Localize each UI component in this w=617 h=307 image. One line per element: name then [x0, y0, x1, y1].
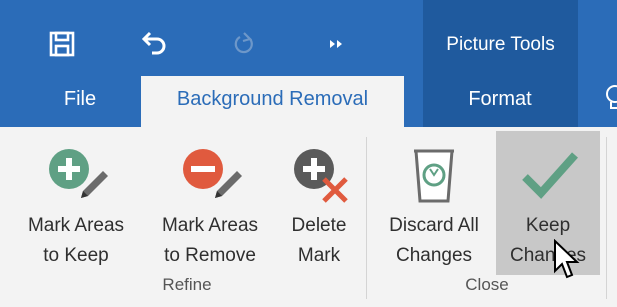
delete-mark-icon: [276, 139, 362, 209]
mark-remove-label-line1: Mark Areas: [161, 215, 259, 236]
plus-pencil-icon: [12, 139, 140, 209]
ribbon: Mark Areas to Keep Mark Areas to Remove: [0, 127, 617, 307]
mark-remove-label-line2: to Remove: [164, 245, 256, 266]
mouse-cursor-icon: [553, 238, 581, 286]
mark-keep-label-line1: Mark Areas: [27, 215, 125, 236]
group-label-refine: Refine: [162, 275, 212, 294]
title-bar: Picture Tools File Background Removal Fo…: [0, 0, 617, 127]
group-separator-right: [606, 137, 607, 299]
context-group-label: Picture Tools: [446, 34, 555, 55]
recycle-bin-icon: [372, 139, 496, 209]
tab-file[interactable]: File: [38, 76, 122, 127]
keep-changes-button[interactable]: Keep Changes: [496, 131, 600, 275]
mark-areas-to-keep-button[interactable]: Mark Areas to Keep: [12, 131, 140, 275]
discard-all-changes-button[interactable]: Discard All Changes: [372, 131, 496, 275]
delete-mark-label-line1: Delete: [291, 215, 347, 236]
checkmark-icon: [496, 139, 600, 209]
keep-label-line1: Keep: [525, 215, 571, 236]
group-separator: [366, 137, 367, 299]
discard-label-line1: Discard All: [389, 215, 479, 236]
discard-label-line2: Changes: [395, 245, 473, 266]
keep-label-line2: Changes: [509, 245, 587, 266]
delete-mark-label-line2: Mark: [297, 245, 341, 266]
lightbulb-icon[interactable]: [604, 84, 617, 114]
delete-mark-button[interactable]: Delete Mark: [276, 131, 362, 275]
tab-background-removal[interactable]: Background Removal: [141, 76, 404, 127]
minus-pencil-icon: [146, 139, 274, 209]
mark-areas-to-remove-button[interactable]: Mark Areas to Remove: [146, 131, 274, 275]
save-icon[interactable]: [38, 20, 86, 68]
undo-icon[interactable]: [130, 20, 178, 68]
redo-icon[interactable]: [220, 20, 268, 68]
mark-keep-label-line2: to Keep: [43, 245, 109, 266]
tab-format[interactable]: Format: [440, 76, 560, 127]
more-commands-icon[interactable]: [312, 20, 360, 68]
